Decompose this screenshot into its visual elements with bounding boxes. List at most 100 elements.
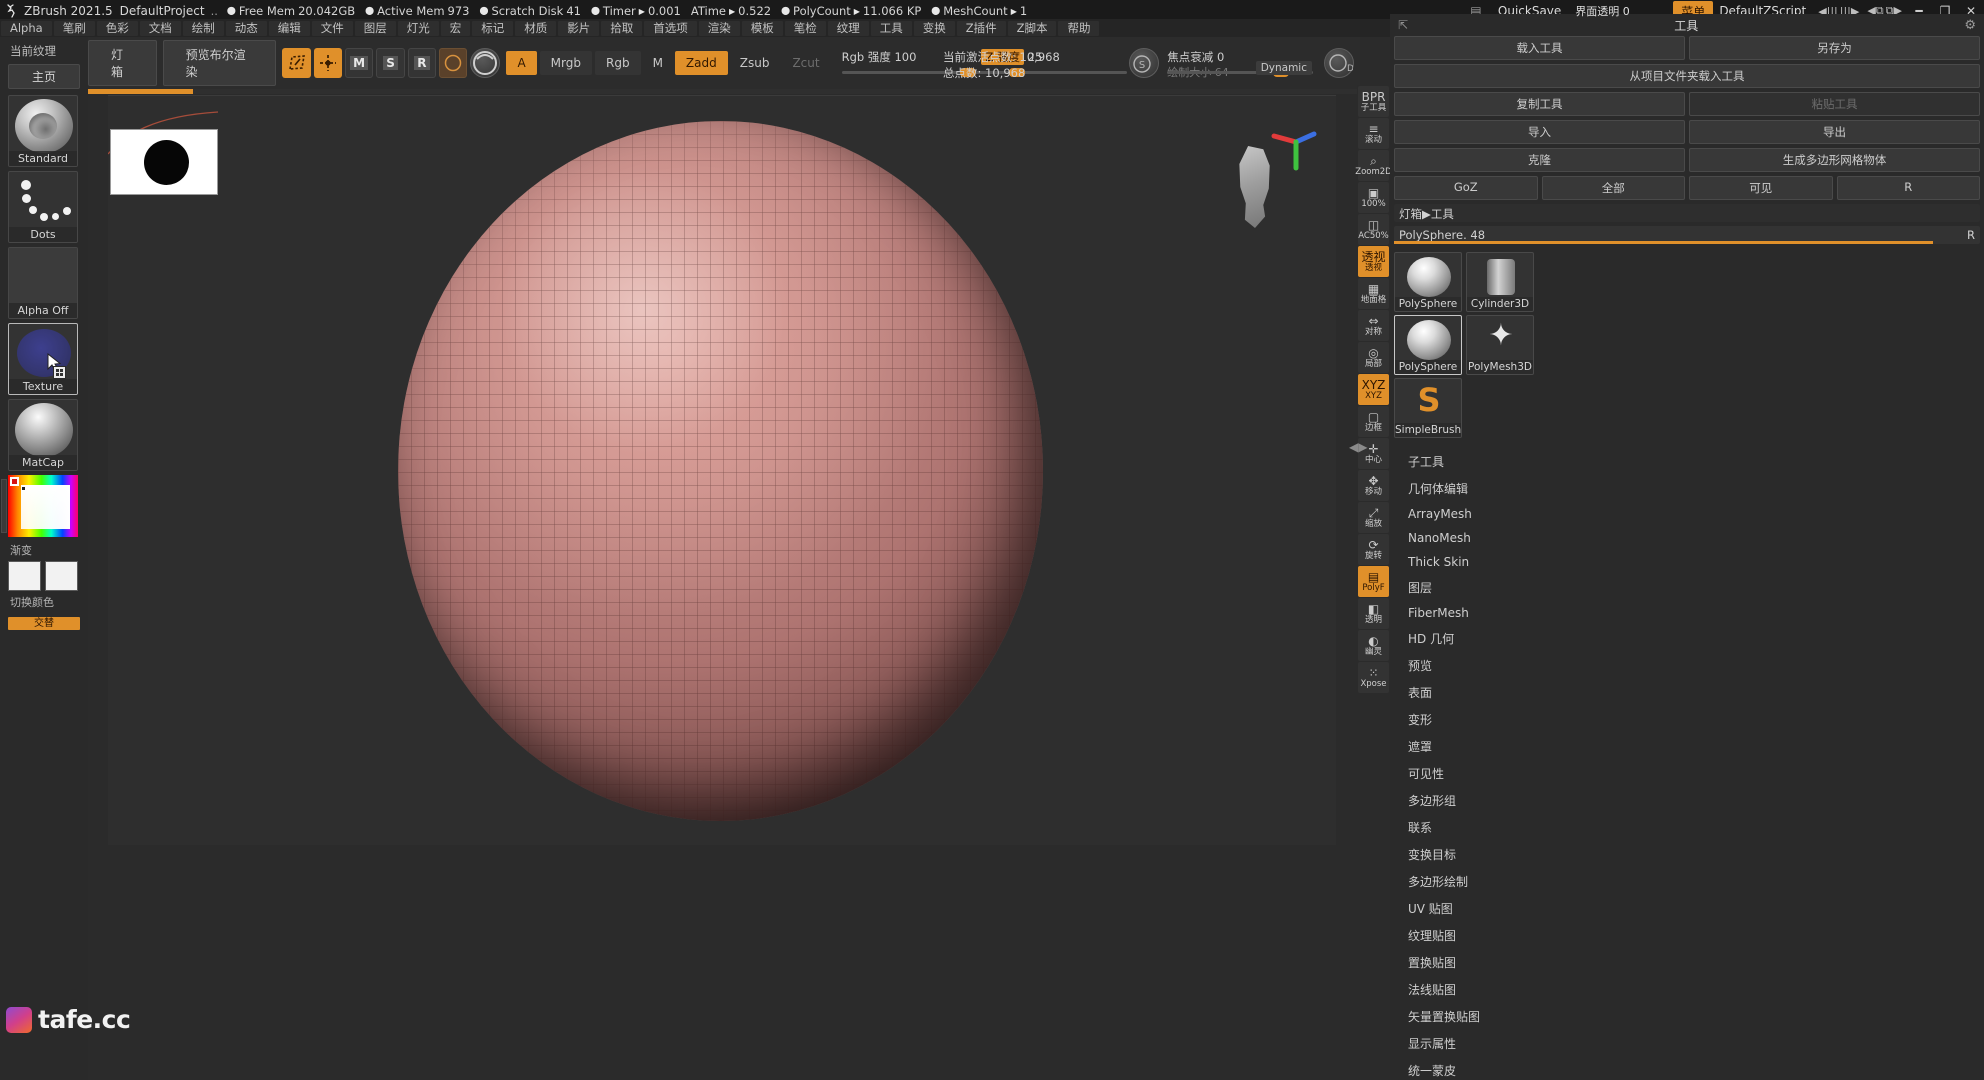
- tool-action-button[interactable]: 克隆: [1394, 148, 1685, 172]
- tool-section-17[interactable]: UV 贴图: [1394, 895, 1980, 922]
- polysphere-model[interactable]: [398, 121, 1043, 821]
- menu-item-7[interactable]: 文件: [311, 20, 353, 36]
- menu-item-13[interactable]: 影片: [558, 20, 600, 36]
- menu-item-16[interactable]: 渲染: [698, 20, 740, 36]
- tool-section-15[interactable]: 变换目标: [1394, 841, 1980, 868]
- polyf-button[interactable]: ▤ PolyF: [1358, 566, 1389, 597]
- tool-section-8[interactable]: 预览: [1394, 652, 1980, 679]
- scale-button[interactable]: ⤢ 缩放: [1358, 502, 1389, 533]
- tool-section-22[interactable]: 显示属性: [1394, 1030, 1980, 1057]
- menu-item-3[interactable]: 文档: [139, 20, 181, 36]
- menu-item-14[interactable]: 拾取: [601, 20, 643, 36]
- material-sphere-icon[interactable]: [470, 48, 501, 78]
- menu-item-1[interactable]: 笔刷: [53, 20, 95, 36]
- focal-shift-icon[interactable]: S: [1129, 48, 1160, 78]
- color-strip[interactable]: [1, 479, 7, 533]
- tool-action-button[interactable]: GoZ: [1394, 176, 1538, 200]
- lightbox-button[interactable]: 灯箱: [88, 40, 157, 86]
- draw-mode-button[interactable]: [313, 48, 342, 78]
- move-button[interactable]: ✥ 移动: [1358, 470, 1389, 501]
- primary-color-swatch[interactable]: [8, 561, 41, 591]
- alternate-button[interactable]: 交替: [8, 617, 80, 630]
- tool-action-button[interactable]: 生成多边形网格物体: [1689, 148, 1980, 172]
- edit-mode-button[interactable]: [282, 48, 311, 78]
- tool-action-button[interactable]: R: [1836, 176, 1980, 200]
- zadd-button[interactable]: Zadd: [674, 51, 728, 75]
- zsub-button[interactable]: Zsub: [731, 51, 779, 75]
- gear-icon[interactable]: ⚙: [1964, 18, 1976, 33]
- rail-collapse-arrow-icon[interactable]: ◀▶: [1349, 440, 1367, 454]
- floor-grid-button[interactable]: ▦ 地面格: [1358, 278, 1389, 309]
- rgb-button[interactable]: Rgb: [594, 51, 641, 75]
- tool-section-23[interactable]: 统一蒙皮: [1394, 1057, 1980, 1080]
- tool-thumbnail[interactable]: ✦ PolyMesh3D: [1466, 315, 1534, 375]
- tool-section-18[interactable]: 纹理贴图: [1394, 922, 1980, 949]
- project-ellipsis[interactable]: ..: [211, 4, 222, 18]
- tool-section-19[interactable]: 置换贴图: [1394, 949, 1980, 976]
- tool-thumbnail[interactable]: PolySphere: [1394, 252, 1462, 312]
- tool-section-12[interactable]: 可见性: [1394, 760, 1980, 787]
- zcut-button[interactable]: Zcut: [781, 51, 830, 75]
- menu-item-5[interactable]: 动态: [225, 20, 267, 36]
- tool-section-11[interactable]: 遮罩: [1394, 733, 1980, 760]
- move-icon[interactable]: M: [344, 48, 374, 78]
- material-selector[interactable]: MatCap Gray: [8, 399, 78, 471]
- menu-item-11[interactable]: 标记: [472, 20, 514, 36]
- tool-section-10[interactable]: 变形: [1394, 706, 1980, 733]
- tool-section-7[interactable]: HD 几何: [1394, 625, 1980, 652]
- scroll-button[interactable]: ≡ 滚动: [1358, 118, 1389, 149]
- tool-section-14[interactable]: 联系: [1394, 814, 1980, 841]
- menu-item-24[interactable]: 帮助: [1058, 20, 1100, 36]
- actual-size-button[interactable]: ▣ 100%: [1358, 182, 1389, 213]
- m-button[interactable]: M: [644, 51, 672, 75]
- menu-item-20[interactable]: 工具: [870, 20, 912, 36]
- transp-button[interactable]: ◧ 透明: [1358, 598, 1389, 629]
- persp-button[interactable]: 透视 透视: [1358, 246, 1389, 277]
- tool-action-button[interactable]: 导出: [1689, 120, 1980, 144]
- tool-section-4[interactable]: Thick Skin: [1394, 550, 1980, 574]
- tool-section-20[interactable]: 法线贴图: [1394, 976, 1980, 1003]
- color-marker[interactable]: [10, 477, 19, 486]
- tool-action-button[interactable]: 载入工具: [1394, 36, 1685, 60]
- mrgb-button[interactable]: Mrgb: [539, 51, 592, 75]
- menu-item-8[interactable]: 图层: [354, 20, 396, 36]
- tool-section-1[interactable]: 几何体编辑: [1394, 475, 1980, 502]
- tool-action-button[interactable]: 可见: [1689, 176, 1833, 200]
- tool-section-21[interactable]: 矢量置换贴图: [1394, 1003, 1980, 1030]
- menu-item-9[interactable]: 灯光: [397, 20, 439, 36]
- xpose-button[interactable]: ⁙ Xpose: [1358, 662, 1389, 693]
- tool-thumbnail[interactable]: PolySphere: [1394, 315, 1462, 375]
- menu-item-4[interactable]: 绘制: [182, 20, 224, 36]
- color-swatches[interactable]: [0, 561, 88, 591]
- tool-action-button[interactable]: 另存为: [1689, 36, 1980, 60]
- menu-item-10[interactable]: 宏: [440, 20, 471, 36]
- tool-section-5[interactable]: 图层: [1394, 574, 1980, 601]
- draw-size-icon[interactable]: D: [1324, 48, 1354, 78]
- menu-item-6[interactable]: 编辑: [268, 20, 310, 36]
- bpr-button[interactable]: BPR 子工具: [1358, 86, 1389, 117]
- menu-item-12[interactable]: 材质: [515, 20, 557, 36]
- tool-section-0[interactable]: 子工具: [1394, 448, 1980, 475]
- current-tool-r-flag[interactable]: R: [1967, 228, 1975, 242]
- xyz-button[interactable]: XYZ XYZ: [1358, 374, 1389, 405]
- dynamic-toggle[interactable]: Dynamic: [1255, 61, 1312, 75]
- focal-shift-slider[interactable]: 焦点衰减 0 绘制大小 64 Dynamic: [1165, 48, 1316, 79]
- pin-icon[interactable]: ⇱: [1398, 18, 1408, 32]
- menu-item-19[interactable]: 纹理: [827, 20, 869, 36]
- tool-section-6[interactable]: FiberMesh: [1394, 601, 1980, 625]
- viewport-canvas[interactable]: [108, 95, 1336, 845]
- menu-item-15[interactable]: 首选项: [644, 20, 697, 36]
- tool-thumbnail[interactable]: Cylinder3D: [1466, 252, 1534, 312]
- tool-section-9[interactable]: 表面: [1394, 679, 1980, 706]
- symmetry-button[interactable]: ⇔ 对称: [1358, 310, 1389, 341]
- menu-item-21[interactable]: 变换: [913, 20, 955, 36]
- current-tool-slider[interactable]: PolySphere. 48 R: [1394, 226, 1980, 244]
- rotate-icon[interactable]: R: [407, 48, 437, 78]
- menu-item-23[interactable]: Z脚本: [1007, 20, 1057, 36]
- color-marker-secondary[interactable]: [21, 486, 26, 491]
- tool-thumbnail[interactable]: S SimpleBrush: [1394, 378, 1462, 438]
- tool-section-13[interactable]: 多边形组: [1394, 787, 1980, 814]
- mrgb-sphere-icon[interactable]: [439, 48, 468, 78]
- tool-action-button[interactable]: 复制工具: [1394, 92, 1685, 116]
- home-button[interactable]: 主页: [8, 64, 80, 89]
